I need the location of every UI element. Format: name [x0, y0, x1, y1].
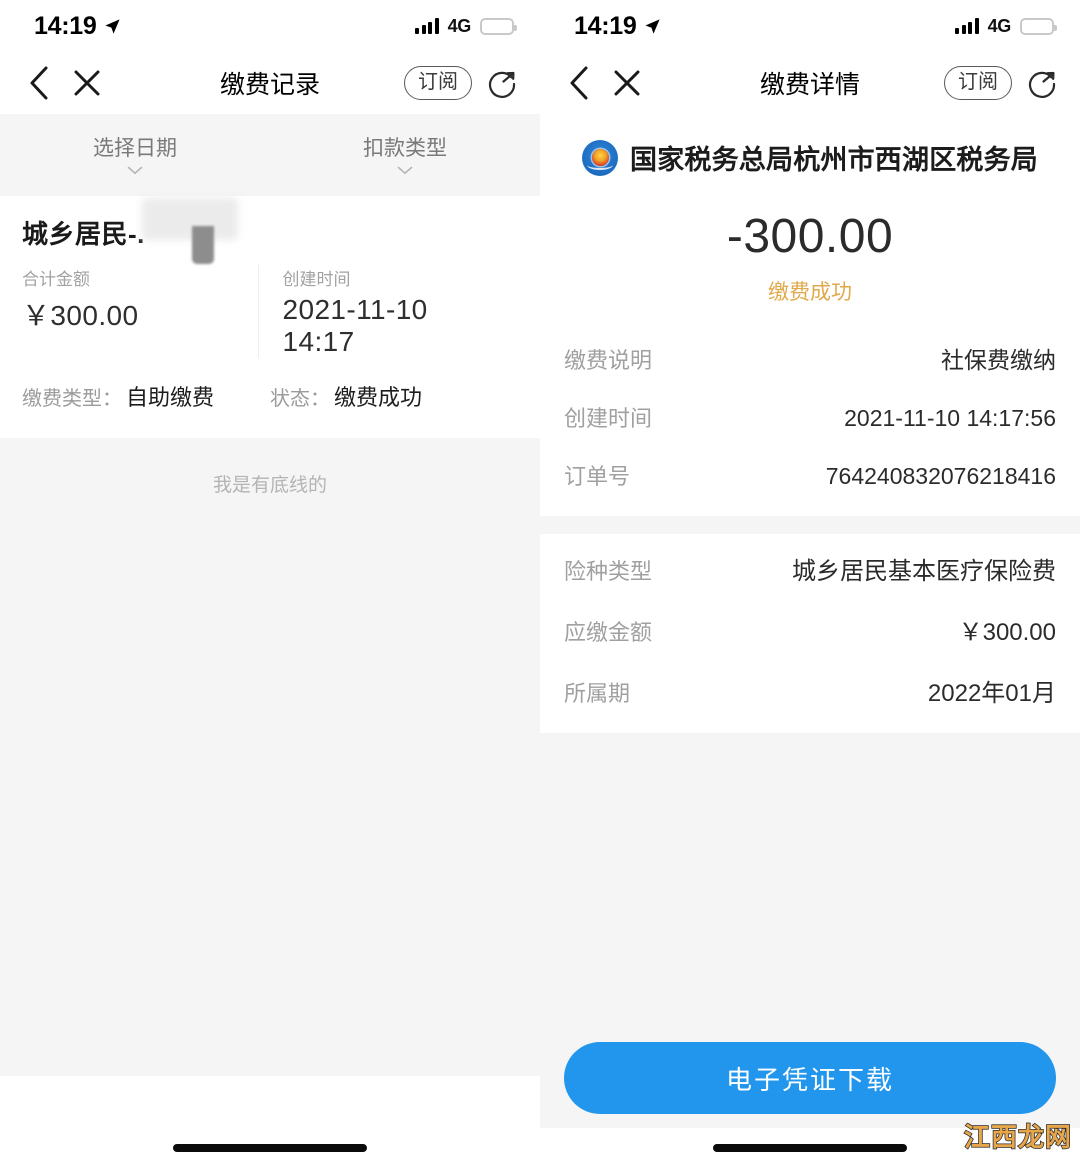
detail-key: 创建时间 — [564, 406, 653, 431]
filter-label: 选择日期 — [93, 137, 177, 160]
payment-status-badge: 缴费成功 — [768, 281, 852, 304]
nav-bar-left: 缴费记录 订阅 — [0, 52, 540, 114]
record-status-label: 状态： — [270, 388, 330, 410]
record-total-value: ￥300.00 — [22, 300, 139, 331]
record-summary-grid: 合计金额 ￥300.00 创建时间 2021-11-10 14:17 — [22, 265, 518, 358]
detail-value: ￥300.00 — [958, 619, 1056, 646]
payment-records-screen: 14:19 4G 缴费记录 订阅 选择日期 扣款类型 城乡居民-. 合计金额 ￥… — [0, 0, 540, 1168]
detail-row: 应缴金额 ￥300.00 — [564, 599, 1056, 660]
subscribe-button[interactable]: 订阅 — [404, 66, 472, 100]
detail-row: 创建时间 2021-11-10 14:17:56 — [564, 388, 1056, 446]
detail-group-secondary: 险种类型 城乡居民基本医疗保险费 应缴金额 ￥300.00 所属期 2022年0… — [540, 534, 1080, 733]
status-time: 14:19 — [574, 11, 637, 40]
record-pay-type: 缴费类型： 自助缴费 — [22, 380, 270, 412]
close-x-icon — [614, 70, 640, 96]
chevron-down-icon — [397, 166, 413, 175]
record-total-column: 合计金额 ￥300.00 — [22, 265, 258, 358]
payment-detail-screen: 14:19 4G 缴费详情 订阅 国家税务总局杭州市西湖区税务局 -300.00… — [540, 0, 1080, 1168]
record-meta-row: 缴费类型： 自助缴费 状态： 缴费成功 — [22, 380, 518, 412]
status-bar-right: 14:19 4G — [540, 0, 1080, 52]
nav-actions-right: 订阅 — [944, 66, 1058, 100]
detail-group-primary: 缴费说明 社保费缴纳 创建时间 2021-11-10 14:17:56 订单号 … — [540, 324, 1080, 516]
status-bar-left-group: 14:19 — [574, 12, 661, 41]
payment-record-card[interactable]: 城乡居民-. 合计金额 ￥300.00 创建时间 2021-11-10 14:1… — [0, 196, 540, 438]
record-total-label: 合计金额 — [22, 270, 90, 289]
detail-row: 缴费说明 社保费缴纳 — [564, 328, 1056, 388]
empty-space — [540, 733, 1080, 1042]
detail-row: 所属期 2022年01月 — [564, 660, 1056, 721]
list-end-note: 我是有底线的 — [0, 438, 540, 497]
bottom-safe-area-left — [0, 1076, 540, 1128]
close-button[interactable] — [606, 62, 648, 104]
filter-select-date[interactable]: 选择日期 — [0, 132, 270, 175]
detail-value: 社保费缴纳 — [941, 347, 1056, 373]
back-button[interactable] — [558, 62, 600, 104]
chevron-down-icon — [127, 166, 143, 175]
signal-bars-icon — [415, 18, 439, 34]
organization-name: 国家税务总局杭州市西湖区税务局 — [630, 145, 1038, 175]
record-status-value: 缴费成功 — [334, 385, 423, 410]
back-button[interactable] — [18, 62, 60, 104]
record-created-column: 创建时间 2021-11-10 14:17 — [257, 265, 519, 358]
nav-bar-right: 缴费详情 订阅 — [540, 52, 1080, 114]
detail-key: 订单号 — [564, 464, 631, 489]
status-bar-left-group: 14:19 — [34, 12, 121, 41]
network-type-label: 4G — [447, 15, 472, 36]
detail-key: 缴费说明 — [564, 348, 653, 373]
location-arrow-icon — [645, 18, 661, 34]
signal-bars-icon — [955, 18, 979, 34]
record-status: 状态： 缴费成功 — [270, 380, 422, 412]
record-created-value: 2021-11-10 14:17 — [282, 294, 428, 357]
network-type-label: 4G — [987, 15, 1012, 36]
download-receipt-button[interactable]: 电子凭证下载 — [564, 1042, 1056, 1114]
status-time: 14:19 — [34, 11, 97, 40]
redacted-overlay-mark — [192, 226, 214, 264]
location-arrow-icon — [105, 18, 121, 34]
home-indicator[interactable] — [713, 1144, 907, 1152]
record-title: 城乡居民-. — [22, 219, 145, 249]
detail-value: 城乡居民基本医疗保险费 — [792, 558, 1056, 585]
detail-key: 应缴金额 — [564, 620, 653, 645]
home-indicator[interactable] — [173, 1144, 367, 1152]
status-bar-left: 14:19 4G — [0, 0, 540, 52]
detail-body: 国家税务总局杭州市西湖区税务局 -300.00 缴费成功 缴费说明 社保费缴纳 … — [540, 114, 1080, 1168]
share-icon[interactable] — [488, 68, 518, 98]
filter-bar: 选择日期 扣款类型 — [0, 114, 540, 196]
detail-row: 险种类型 城乡居民基本医疗保险费 — [564, 538, 1056, 599]
chevron-left-icon — [570, 66, 588, 100]
redacted-overlay-top — [142, 198, 238, 240]
detail-hero: 国家税务总局杭州市西湖区税务局 -300.00 缴费成功 — [540, 114, 1080, 324]
filter-deduction-type[interactable]: 扣款类型 — [270, 132, 540, 175]
filter-label: 扣款类型 — [363, 137, 447, 160]
record-pay-type-value: 自助缴费 — [126, 385, 215, 410]
group-separator — [540, 516, 1080, 534]
dual-screenshot-container: 14:19 4G 缴费记录 订阅 选择日期 扣款类型 城乡居民-. 合计金额 ￥… — [0, 0, 1080, 1168]
site-watermark: 江西龙网 — [963, 1121, 1072, 1153]
organization-row: 国家税务总局杭州市西湖区税务局 — [540, 138, 1080, 177]
battery-low-power-icon — [1020, 17, 1057, 35]
share-icon[interactable] — [1028, 68, 1058, 98]
chevron-left-icon — [30, 66, 48, 100]
home-indicator-area-left — [0, 1128, 540, 1168]
close-x-icon — [74, 70, 100, 96]
detail-key: 险种类型 — [564, 559, 653, 584]
nav-actions-left: 订阅 — [404, 66, 518, 100]
detail-key: 所属期 — [564, 681, 631, 706]
status-bar-right-group: 4G — [415, 15, 517, 37]
detail-value: 2021-11-10 14:17:56 — [844, 405, 1056, 431]
tax-bureau-emblem-icon — [582, 139, 618, 176]
detail-row: 订单号 764240832076218416 — [564, 446, 1056, 504]
close-button[interactable] — [66, 62, 108, 104]
status-bar-right-group: 4G — [955, 15, 1057, 37]
detail-value: 2022年01月 — [927, 680, 1056, 707]
detail-value: 764240832076218416 — [825, 463, 1056, 489]
subscribe-button[interactable]: 订阅 — [944, 66, 1012, 100]
record-pay-type-label: 缴费类型： — [22, 388, 122, 410]
cta-container: 电子凭证下载 — [540, 1042, 1080, 1128]
battery-low-power-icon — [480, 17, 517, 35]
records-body: 选择日期 扣款类型 城乡居民-. 合计金额 ￥300.00 创建时间 2021-… — [0, 114, 540, 1168]
record-created-label: 创建时间 — [282, 270, 351, 289]
payment-amount: -300.00 — [726, 210, 894, 263]
empty-space — [0, 497, 540, 1076]
